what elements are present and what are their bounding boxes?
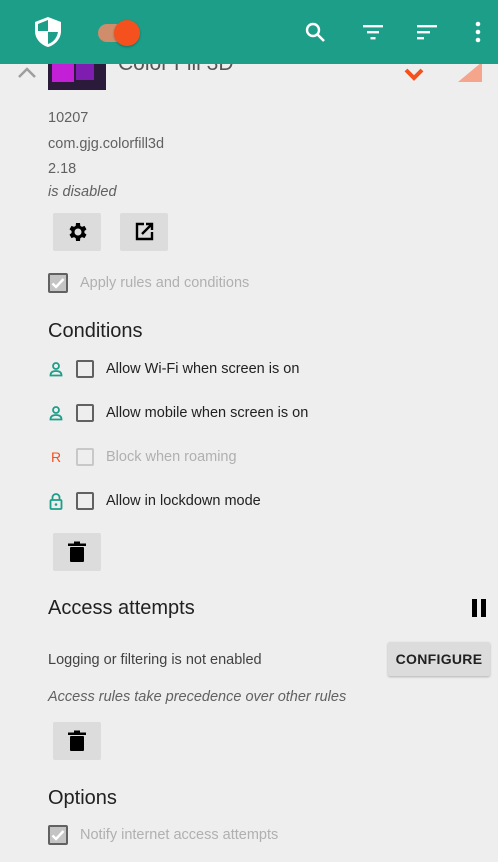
shield-button[interactable] [28,0,68,64]
gear-icon [69,223,87,241]
condition-wifi-screen-label: Allow Wi-Fi when screen is on [106,361,300,377]
apply-rules-checkbox-row[interactable]: Apply rules and conditions [48,273,249,293]
apply-rules-checkbox[interactable] [48,273,68,293]
condition-mobile-screen-label: Allow mobile when screen is on [106,405,309,421]
more-options-button[interactable] [466,0,490,64]
lock-icon [49,493,63,510]
app-settings-button[interactable] [53,213,101,251]
check-icon [51,278,65,289]
app-details-screen: Color Fill 3D 10207 com.gjg.colorfill3d … [0,0,498,862]
condition-lockdown-row[interactable]: Allow in lockdown mode [48,492,261,510]
person-icon [49,362,63,377]
sort-button[interactable] [412,0,442,64]
condition-wifi-screen-row[interactable]: Allow Wi-Fi when screen is on [48,360,299,378]
condition-roaming-row[interactable]: R Block when roaming [48,448,237,466]
app-state: is disabled [48,184,117,200]
wifi-blocked-icon[interactable] [402,62,426,86]
condition-roaming-checkbox[interactable] [76,448,94,466]
filter-icon [363,25,383,40]
trash-icon [68,541,86,562]
app-version: 2.18 [48,161,77,177]
configure-button[interactable]: CONFIGURE [388,642,490,676]
condition-lockdown-checkbox[interactable] [76,492,94,510]
condition-roaming-label: Block when roaming [106,449,237,465]
access-rules-note: Access rules take precedence over other … [48,689,347,705]
check-icon [51,830,65,841]
access-attempts-title: Access attempts [48,597,195,619]
pause-icon[interactable] [471,598,487,618]
app-package: com.gjg.colorfill3d [48,136,165,152]
notify-checkbox[interactable] [48,825,68,845]
search-icon [305,22,325,42]
launch-app-button[interactable] [120,213,168,251]
options-title: Options [48,787,117,809]
apply-rules-label: Apply rules and conditions [80,275,250,291]
enable-toggle-thumb[interactable] [114,20,140,46]
search-button[interactable] [300,0,330,64]
sort-icon [417,25,437,40]
condition-mobile-screen-row[interactable]: Allow mobile when screen is on [48,404,308,422]
conditions-title: Conditions [48,320,143,342]
condition-wifi-screen-checkbox[interactable] [76,360,94,378]
notify-checkbox-row[interactable]: Notify internet access attempts [48,825,278,845]
delete-access-button[interactable] [53,722,101,760]
shield-icon [35,17,61,47]
open-external-icon [135,222,154,241]
condition-lockdown-label: Allow in lockdown mode [106,493,261,509]
condition-mobile-screen-checkbox[interactable] [76,404,94,422]
logging-status-text: Logging or filtering is not enabled [48,652,262,668]
delete-conditions-button[interactable] [53,533,101,571]
expand-chevron-icon[interactable] [16,66,38,80]
person-icon [49,406,63,421]
filter-button[interactable] [358,0,388,64]
app-bar [0,0,498,64]
roaming-r-icon: R [50,449,62,465]
trash-icon [68,730,86,751]
more-vert-icon [475,21,481,43]
notify-label: Notify internet access attempts [80,827,279,843]
app-uid: 10207 [48,110,89,126]
